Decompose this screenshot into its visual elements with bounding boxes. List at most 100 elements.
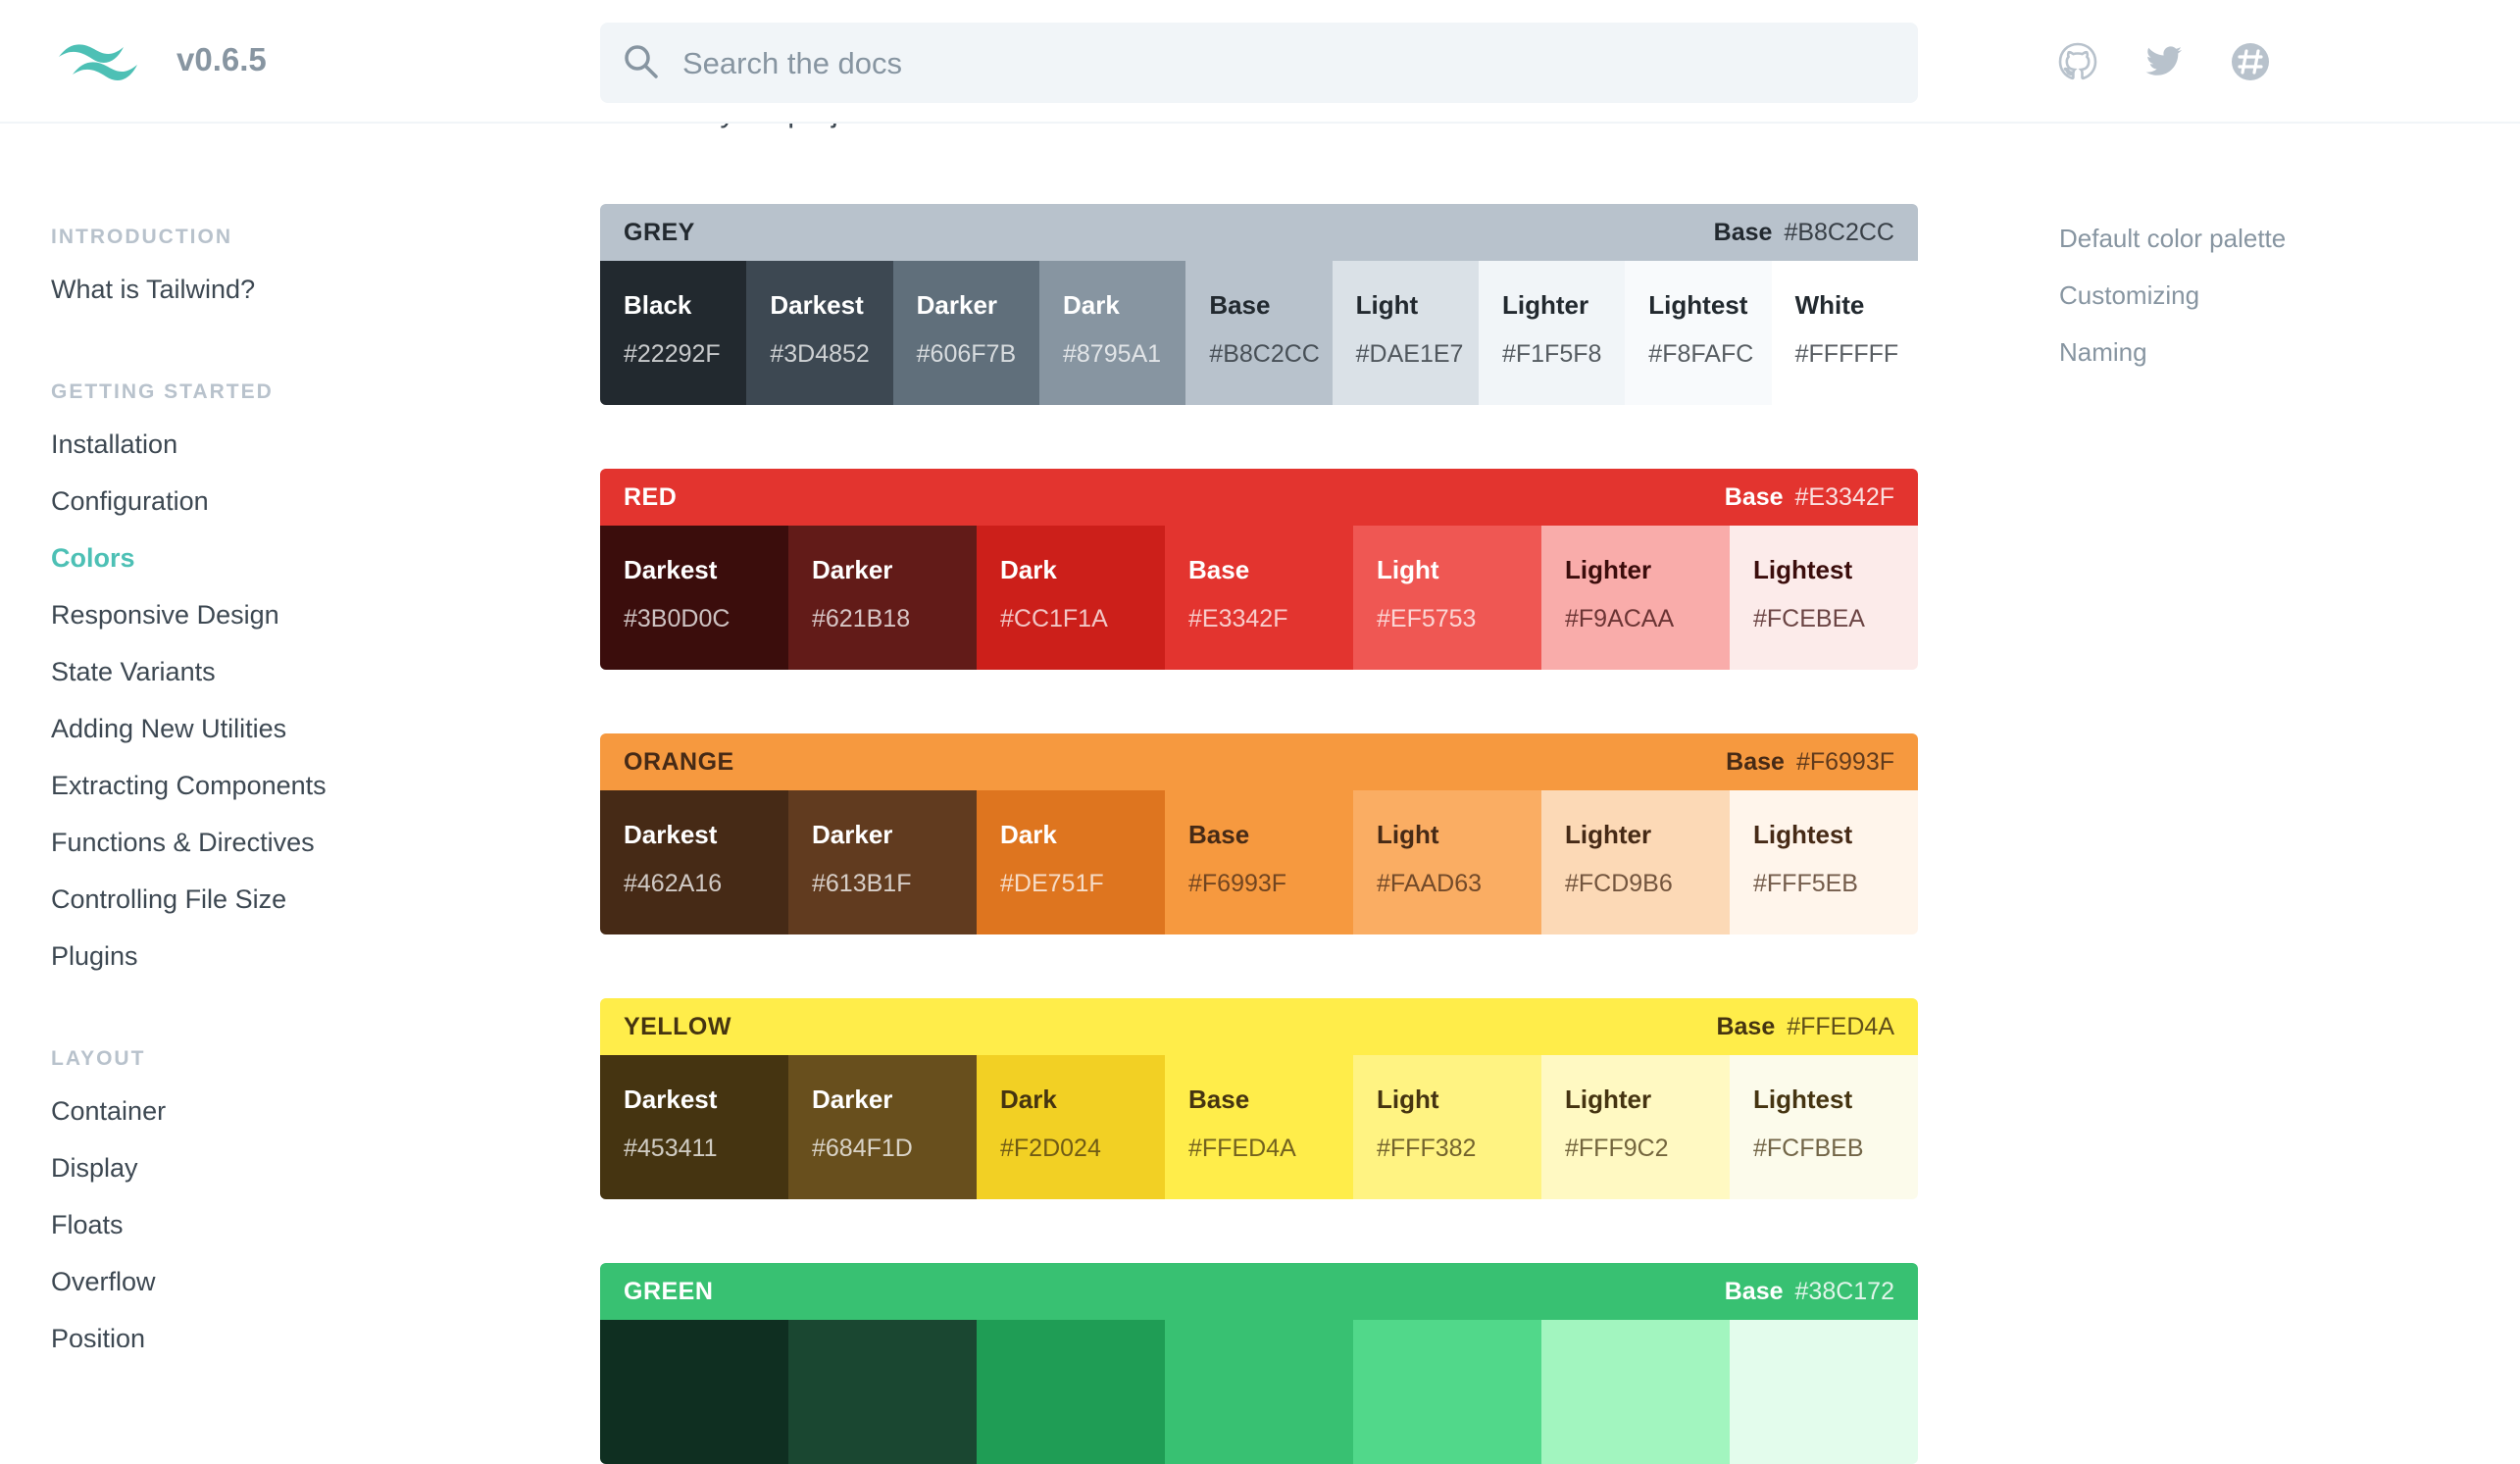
search-box[interactable]: [600, 23, 1918, 105]
swatch-hex: #FFF9C2: [1565, 1135, 1669, 1162]
swatch-name: Lighter: [1565, 820, 1652, 849]
swatch-name: Lightest: [1753, 1085, 1853, 1114]
sidebar-item-responsive-design[interactable]: Responsive Design: [51, 600, 279, 631]
swatch-name: White: [1794, 290, 1865, 320]
color-swatch[interactable]: Darker #606F7B: [892, 261, 1039, 405]
sidebar-item-configuration[interactable]: Configuration: [51, 486, 209, 517]
swatch-hex: #E3342F: [1188, 605, 1288, 632]
swatch-row: Black #22292F Darkest #3D4852 Darker #606F7B D…: [600, 261, 1918, 405]
color-swatch[interactable]: [1165, 1320, 1353, 1464]
twitter-icon[interactable]: [2143, 41, 2185, 82]
swatch-hex: #22292F: [624, 340, 721, 368]
sidebar-item-position[interactable]: Position: [51, 1324, 145, 1347]
color-swatch[interactable]: Dark #DE751F: [977, 790, 1165, 934]
color-swatch[interactable]: Lighter #FFF9C2: [1541, 1055, 1730, 1199]
palette-name: GREEN: [624, 1277, 714, 1305]
swatch-hex: #684F1D: [812, 1135, 913, 1162]
swatch-name: Lightest: [1753, 820, 1853, 849]
color-swatch[interactable]: Lightest #FCFBEB: [1730, 1055, 1918, 1199]
swatch-name: Lighter: [1501, 290, 1589, 320]
color-swatch[interactable]: Base #F6993F: [1165, 790, 1353, 934]
color-swatch[interactable]: Darkest #3D4852: [746, 261, 893, 405]
swatch-name: Dark: [1000, 555, 1057, 584]
swatch-name: Darker: [812, 555, 893, 584]
color-swatch[interactable]: Lightest #FFF5EB: [1730, 790, 1918, 934]
nav-heading-getting-started: GETTING STARTED: [51, 380, 274, 403]
nav-heading-introduction: INTRODUCTION: [51, 226, 232, 248]
swatch-name: Base: [1188, 820, 1250, 849]
color-swatch[interactable]: Base #FFED4A: [1165, 1055, 1353, 1199]
github-icon[interactable]: [2057, 41, 2098, 82]
color-swatch[interactable]: Lightest #F8FAFC: [1625, 261, 1772, 405]
sidebar-item-display[interactable]: Display: [51, 1153, 138, 1184]
swatch-hex: #FCEBEA: [1753, 605, 1865, 632]
swatch-name: Lighter: [1565, 1085, 1652, 1114]
palette-name: YELLOW: [624, 1012, 731, 1040]
slack-icon[interactable]: [2230, 41, 2271, 82]
swatch-hex: #F8FAFC: [1648, 340, 1754, 368]
color-swatch[interactable]: Darkest #462A16: [600, 790, 788, 934]
color-swatch[interactable]: [1730, 1320, 1918, 1464]
swatch-hex: #FFFFFF: [1794, 340, 1899, 368]
color-swatch[interactable]: [1353, 1320, 1541, 1464]
sidebar-item-plugins[interactable]: Plugins: [51, 941, 138, 972]
color-swatch[interactable]: Lighter #FCD9B6: [1541, 790, 1730, 934]
color-swatch[interactable]: Dark #8795A1: [1038, 261, 1186, 405]
version-label[interactable]: v0.6.5: [176, 41, 267, 78]
swatch-hex: #F6993F: [1188, 870, 1287, 897]
palette-name: RED: [624, 482, 678, 511]
color-swatch[interactable]: [600, 1320, 788, 1464]
toc-item-default-color-palette[interactable]: Default color palette: [2059, 224, 2286, 254]
color-swatch[interactable]: Dark #CC1F1A: [977, 526, 1165, 670]
color-swatch[interactable]: [1541, 1320, 1730, 1464]
sidebar-item-what-is-tailwind[interactable]: What is Tailwind?: [51, 275, 255, 305]
color-swatch[interactable]: Lightest #FCEBEA: [1730, 526, 1918, 670]
swatch-hex: #B8C2CC: [1209, 340, 1320, 368]
color-swatch[interactable]: [788, 1320, 977, 1464]
color-swatch[interactable]: Light #EF5753: [1353, 526, 1541, 670]
color-swatch[interactable]: Light #DAE1E7: [1332, 261, 1479, 405]
color-swatch[interactable]: Lighter #F1F5F8: [1478, 261, 1626, 405]
color-swatch[interactable]: Lighter #F9ACAA: [1541, 526, 1730, 670]
search-input[interactable]: [680, 23, 1900, 105]
sidebar-item-container[interactable]: Container: [51, 1096, 166, 1127]
sidebar-item-colors[interactable]: Colors: [51, 543, 135, 574]
swatch-hex: #3D4852: [770, 340, 870, 368]
color-swatch[interactable]: White #FFFFFF: [1771, 261, 1918, 405]
color-swatch[interactable]: [977, 1320, 1165, 1464]
sidebar-item-installation[interactable]: Installation: [51, 429, 177, 460]
sidebar-item-floats[interactable]: Floats: [51, 1210, 124, 1240]
color-swatch[interactable]: Light #FAAD63: [1353, 790, 1541, 934]
tailwind-logo-icon[interactable]: [55, 35, 141, 90]
sidebar-item-state-variants[interactable]: State Variants: [51, 657, 216, 687]
color-swatch[interactable]: Darkest #3B0D0C: [600, 526, 788, 670]
swatch-name: Light: [1377, 820, 1439, 849]
toc-item-customizing[interactable]: Customizing: [2059, 280, 2199, 311]
swatch-name: Black: [624, 290, 692, 320]
sidebar-item-extracting-components[interactable]: Extracting Components: [51, 771, 327, 801]
toc-item-naming[interactable]: Naming: [2059, 337, 2147, 368]
color-swatch[interactable]: Dark #F2D024: [977, 1055, 1165, 1199]
color-swatch[interactable]: Base #B8C2CC: [1185, 261, 1333, 405]
color-swatch[interactable]: Light #FFF382: [1353, 1055, 1541, 1199]
sidebar-item-functions-directives[interactable]: Functions & Directives: [51, 828, 315, 858]
palette-base-label: Base: [1713, 218, 1773, 246]
swatch-hex: #462A16: [624, 870, 723, 897]
sidebar-item-controlling-file-size[interactable]: Controlling File Size: [51, 884, 286, 915]
palette-base-hex: #F6993F: [1795, 747, 1894, 776]
palette-header: YELLOW Base #FFED4A: [600, 998, 1918, 1055]
sidebar-item-adding-new-utilities[interactable]: Adding New Utilities: [51, 714, 286, 744]
color-swatch[interactable]: Darker #621B18: [788, 526, 977, 670]
color-swatch[interactable]: Darker #684F1D: [788, 1055, 977, 1199]
color-swatch[interactable]: Black #22292F: [600, 261, 747, 405]
sidebar-item-overflow[interactable]: Overflow: [51, 1267, 156, 1297]
swatch-name: Base: [1209, 290, 1271, 320]
search-icon: [625, 45, 658, 78]
swatch-name: Darkest: [770, 290, 864, 320]
color-swatch[interactable]: Darkest #453411: [600, 1055, 788, 1199]
color-swatch[interactable]: Darker #613B1F: [788, 790, 977, 934]
swatch-name: Light: [1355, 290, 1419, 320]
color-swatch[interactable]: Base #E3342F: [1165, 526, 1353, 670]
swatch-hex: #606F7B: [916, 340, 1017, 368]
swatch-hex: #F2D024: [1000, 1135, 1101, 1162]
